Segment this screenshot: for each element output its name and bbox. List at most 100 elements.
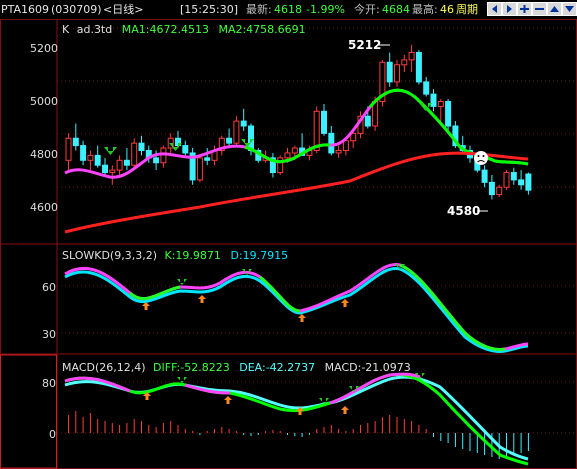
sell-marker-icon (104, 147, 117, 155)
candle-body (321, 110, 327, 134)
low-mark: 4580 (447, 204, 480, 218)
candle-body (248, 125, 254, 151)
zoom-out-icon[interactable] (532, 2, 547, 16)
kd-d-label: D:19.7915 (230, 249, 288, 262)
kd-label: SLOWKD(9,3,3,2) (62, 249, 157, 262)
change-percent: -1.99% (306, 3, 345, 16)
kd-k-label: K:19.9871 (165, 249, 221, 262)
price-axis: 5200 5000 4800 4600 (30, 27, 577, 214)
candle-body (233, 120, 240, 144)
candle-body (335, 150, 342, 154)
macd-label: MACD(26,12,4) (62, 361, 146, 374)
open-label: 今开: (354, 3, 380, 16)
candle-body (123, 159, 130, 166)
ma1-label: MA1:4672.4513 (122, 23, 209, 36)
buy-marker-icon (341, 406, 349, 414)
kd-tick-60: 60 (42, 281, 56, 294)
candlesticks (65, 44, 532, 200)
open-price: 4684 (382, 3, 410, 16)
candle-body (226, 137, 233, 144)
kd-legend: SLOWKD(9,3,3,2) K:19.9871 D:19.7915 (62, 249, 288, 262)
high-mark: 5212 (348, 38, 381, 52)
main-indicator: ad.3td (77, 23, 113, 36)
cycle-tab[interactable]: 周期 (456, 0, 478, 19)
macd-dea-label: DEA:-42.2737 (239, 361, 315, 374)
candle-body (437, 101, 444, 107)
sell-marker-icon (177, 279, 187, 285)
buy-sell-markers (104, 103, 432, 155)
ma2-label: MA2:4758.6691 (218, 23, 305, 36)
macd-tick-80: 80 (42, 377, 56, 390)
candle-body (109, 169, 116, 174)
candle-body (415, 52, 422, 83)
buy-marker-icon (224, 396, 232, 404)
candle-body (518, 179, 525, 186)
macd-axis-highlight (0, 354, 57, 469)
macd-histogram (68, 411, 529, 459)
candle-body (80, 145, 87, 161)
candle-body (364, 115, 371, 127)
candle-body (72, 137, 79, 147)
buy-marker-icon (298, 314, 306, 322)
candle-body (102, 164, 108, 174)
last-price-label: 最新: (246, 3, 272, 16)
candle-body (291, 147, 298, 154)
arrow-down-icon[interactable] (562, 2, 577, 16)
period-label[interactable]: <日线> (103, 0, 143, 19)
candle-body (138, 142, 145, 152)
candle-body (153, 157, 160, 164)
macd-diff-label: DIFF:-52.8223 (153, 361, 230, 374)
chart-area[interactable]: 5200 5000 4800 4600 K ad.3td MA1:4672.45… (0, 19, 577, 469)
candle-body (328, 132, 335, 154)
candle-body (386, 61, 393, 83)
buy-marker-icon (198, 295, 206, 303)
clock: [15:25:30] (180, 3, 238, 16)
candle-body (394, 64, 400, 83)
arrow-right-icon[interactable] (502, 2, 517, 16)
arrow-up-icon[interactable] (547, 2, 562, 16)
candle-body (94, 154, 101, 166)
y-tick-4600: 4600 (30, 201, 58, 214)
candle-body (496, 186, 503, 196)
title-bar: PTA1609 (030709) <日线> [15:25:30] 最新: 461… (0, 0, 577, 20)
macd-tick-0: 0 (49, 428, 56, 441)
candle-body (525, 173, 532, 191)
y-tick-5200: 5200 (30, 42, 58, 55)
candle-body (204, 157, 211, 161)
candle-body (284, 152, 291, 159)
macd-value-label: MACD:-21.0973 (325, 361, 411, 374)
candle-body (510, 172, 517, 181)
high-price: 46 (440, 3, 454, 16)
arrow-left-icon[interactable] (487, 2, 502, 16)
candle-body (182, 145, 189, 154)
symbol-code: (030709) (51, 3, 102, 16)
symbol: PTA1609 (1, 3, 50, 16)
candle-body (196, 157, 203, 181)
buy-marker-icon (142, 302, 150, 310)
candle-body (445, 101, 452, 127)
buy-marker-icon (341, 299, 349, 307)
candle-body (430, 93, 437, 107)
candle-body (423, 81, 430, 95)
high-label: 最高: (412, 3, 438, 16)
macd-legend: MACD(26,12,4) DIFF:-52.8223 DEA:-42.2737… (62, 361, 411, 374)
candle-body (408, 52, 415, 61)
zoom-in-icon[interactable] (517, 2, 532, 16)
candle-body (116, 159, 123, 171)
macd-dea-line (64, 375, 529, 461)
sad-face-icon (474, 151, 488, 165)
candle-body (65, 137, 72, 161)
last-price: 4618 (274, 3, 302, 16)
kd-k-line (64, 262, 529, 351)
candle-body (401, 59, 408, 66)
candle-body (342, 140, 349, 151)
y-tick-5000: 5000 (30, 95, 58, 108)
candle-body (488, 181, 495, 196)
candle-body (240, 120, 247, 127)
kd-tick-30: 30 (42, 328, 56, 341)
main-title: K (62, 23, 70, 36)
candle-body (503, 172, 510, 188)
candle-body (481, 169, 488, 183)
candle-body (277, 157, 284, 174)
main-legend: K ad.3td MA1:4672.4513 MA2:4758.6691 (62, 23, 306, 36)
